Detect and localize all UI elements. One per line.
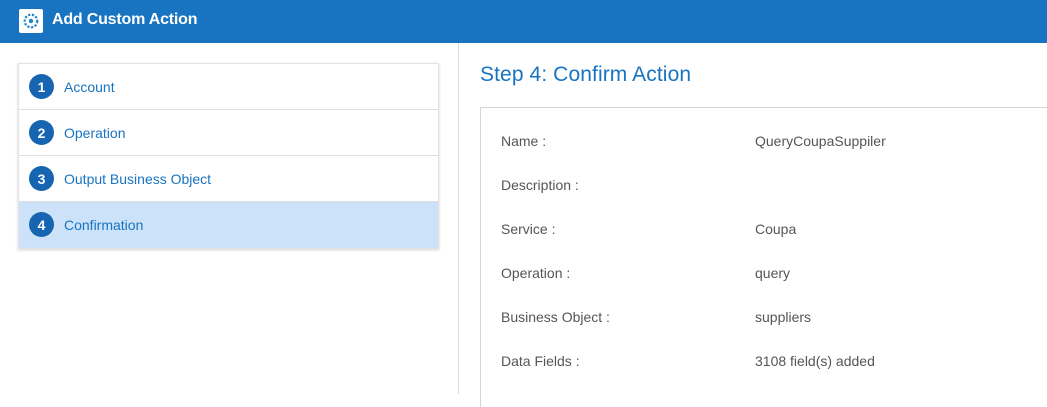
summary-box: Name : QueryCoupaSuppiler Description : … (480, 107, 1047, 407)
page-title: Step 4: Confirm Action (480, 63, 692, 86)
summary-row-name: Name : QueryCoupaSuppiler (481, 133, 1041, 153)
field-value: query (755, 265, 791, 281)
summary-row-service: Service : Coupa (481, 221, 1041, 241)
gear-logo-icon (19, 9, 43, 33)
step-label: Operation (64, 125, 126, 141)
step-label: Account (64, 79, 115, 95)
step-label: Confirmation (64, 217, 144, 233)
step-list: 1 Account 2 Operation 3 Output Business … (18, 63, 439, 249)
title-bar: Add Custom Action (0, 0, 1047, 43)
field-label: Data Fields : (501, 353, 580, 369)
field-label: Operation : (501, 265, 571, 281)
step-number: 4 (29, 212, 54, 237)
field-label: Description : (501, 177, 579, 193)
field-value: QueryCoupaSuppiler (755, 133, 886, 149)
field-label: Name : (501, 133, 547, 149)
summary-row-operation: Operation : query (481, 265, 1041, 285)
step-label: Output Business Object (64, 171, 212, 187)
step-item-output-business-object[interactable]: 3 Output Business Object (19, 156, 438, 202)
step-number: 2 (29, 120, 54, 145)
field-label: Business Object : (501, 309, 610, 325)
summary-row-business-object: Business Object : suppliers (481, 309, 1041, 329)
field-value: suppliers (755, 309, 812, 325)
wizard-sidebar: 1 Account 2 Operation 3 Output Business … (0, 43, 459, 394)
step-item-operation[interactable]: 2 Operation (19, 110, 438, 156)
field-value: 3108 field(s) added (755, 353, 875, 369)
summary-row-data-fields: Data Fields : 3108 field(s) added (481, 353, 1041, 373)
step-number: 3 (29, 166, 54, 191)
step-number: 1 (29, 74, 54, 99)
field-value: Coupa (755, 221, 797, 237)
step-item-confirmation[interactable]: 4 Confirmation (19, 202, 438, 248)
confirm-panel: Step 4: Confirm Action Name : QueryCoupa… (460, 43, 1047, 407)
field-label: Service : (501, 221, 556, 237)
step-item-account[interactable]: 1 Account (19, 64, 438, 110)
summary-row-description: Description : (481, 177, 1041, 197)
window-title: Add Custom Action (52, 11, 198, 28)
